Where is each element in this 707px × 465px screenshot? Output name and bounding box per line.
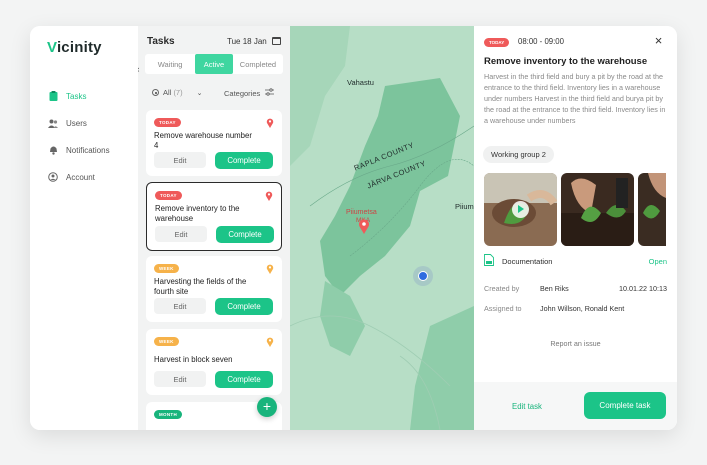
task-title: Harvest in block seven <box>154 355 233 364</box>
edit-button[interactable]: Edit <box>155 226 207 242</box>
sliders-icon <box>265 88 275 98</box>
radio-icon <box>152 89 159 96</box>
photo-thumbnail[interactable] <box>638 173 666 246</box>
priority-badge: WEEK <box>154 337 179 346</box>
assigned-to-row: Assigned to John Willson, Ronald Kent <box>484 304 625 313</box>
priority-badge: TODAY <box>484 38 510 47</box>
users-icon <box>48 118 58 128</box>
priority-badge: WEEK <box>154 264 179 273</box>
task-card[interactable]: WEEK Harvest in block seven Edit Complet… <box>146 329 282 395</box>
detail-footer: Edit task Complete task <box>474 382 677 430</box>
created-at-value: 10.01.22 10:13 <box>619 284 667 293</box>
complete-button[interactable]: Complete <box>215 152 273 169</box>
app-logo: Vicinity <box>47 39 102 56</box>
created-by-value: Ben Riks <box>540 284 569 293</box>
current-location-icon <box>413 266 433 286</box>
tasks-date: Tue 18 Jan <box>227 37 267 46</box>
location-pin-icon <box>266 118 274 128</box>
location-pin-icon <box>266 264 274 274</box>
working-group-chip[interactable]: Working group 2 <box>483 146 554 163</box>
tab-waiting[interactable]: Waiting <box>145 54 195 74</box>
task-detail-title: Remove inventory to the warehouse <box>484 56 648 67</box>
complete-button[interactable]: Complete <box>216 226 274 243</box>
created-by-row: Created by Ben Riks 10.01.22 10:13 <box>484 284 667 293</box>
sidebar-item-notifications[interactable]: Notifications <box>48 142 110 158</box>
report-issue-link[interactable]: Report an issue <box>474 339 677 348</box>
task-title: Remove inventory to the warehouse <box>155 204 240 223</box>
location-pin-icon <box>265 191 273 201</box>
task-title: Remove warehouse number 4 <box>154 131 252 150</box>
tasks-title: Tasks <box>147 36 175 47</box>
task-card[interactable]: TODAY Remove warehouse number 4 Edit Com… <box>146 110 282 176</box>
complete-button[interactable]: Complete <box>215 298 273 315</box>
task-card-selected[interactable]: TODAY Remove inventory to the warehouse … <box>146 182 282 251</box>
account-icon <box>48 172 58 182</box>
sidebar-item-account[interactable]: Account <box>48 169 95 185</box>
edit-task-button[interactable]: Edit task <box>512 402 542 411</box>
priority-badge: TODAY <box>155 191 182 200</box>
task-description: Harvest in the third field and bury a pi… <box>484 72 666 125</box>
clipboard-icon <box>48 91 58 101</box>
edit-button[interactable]: Edit <box>154 371 206 387</box>
open-documentation-link[interactable]: Open <box>649 257 667 266</box>
sidebar-item-users[interactable]: Users <box>48 115 87 131</box>
add-task-button[interactable]: + <box>257 397 277 417</box>
priority-badge: TODAY <box>154 118 181 127</box>
calendar-icon[interactable] <box>272 37 281 45</box>
complete-task-button[interactable]: Complete task <box>584 392 666 419</box>
categories-filter[interactable]: Categories <box>224 88 275 98</box>
photo-thumbnail[interactable] <box>561 173 634 246</box>
complete-button[interactable]: Complete <box>215 371 273 388</box>
map-view[interactable]: Vahastu RAPLA COUNTY JÄRVA COUNTY Piiume… <box>290 26 474 430</box>
documentation-label: Documentation <box>502 256 553 266</box>
chevron-down-icon: ⌄ <box>196 89 203 97</box>
map-label-piiumetsa: Piiumetsa <box>346 209 377 216</box>
map-label-vahastu: Vahastu <box>347 78 374 87</box>
app-window: Vicinity Tasks Users Notifications Accou… <box>30 26 677 430</box>
priority-badge: MONTH <box>154 410 182 419</box>
sidebar-item-tasks[interactable]: Tasks <box>48 88 86 104</box>
task-status-tabs: Waiting Active Completed <box>145 54 283 74</box>
tasks-panel: ‹ Tasks Tue 18 Jan Waiting Active Comple… <box>138 26 290 430</box>
document-icon <box>484 254 494 268</box>
task-detail-panel: TODAY 08:00 - 09:00 × Remove inventory t… <box>474 26 677 430</box>
tab-completed[interactable]: Completed <box>233 54 283 74</box>
play-icon[interactable] <box>512 201 529 218</box>
map-terrain <box>290 26 474 430</box>
tab-active[interactable]: Active <box>195 54 233 74</box>
documentation-row: Documentation Open <box>484 254 667 268</box>
task-location-marker-icon[interactable] <box>358 219 370 234</box>
map-label-piium: Piium <box>455 202 474 211</box>
assigned-to-value: John Willson, Ronald Kent <box>540 304 625 313</box>
edit-button[interactable]: Edit <box>154 298 206 314</box>
edit-button[interactable]: Edit <box>154 152 206 168</box>
task-title: Harvesting the fields of the fourth site <box>154 277 247 296</box>
sidebar: Vicinity Tasks Users Notifications Accou… <box>30 26 138 430</box>
filter-all-select[interactable]: All (7) ⌄ <box>152 88 202 97</box>
close-icon[interactable]: × <box>652 34 665 48</box>
task-time: 08:00 - 09:00 <box>518 37 564 46</box>
bell-icon <box>48 145 58 155</box>
location-pin-icon <box>266 337 274 347</box>
task-card[interactable]: WEEK Harvesting the fields of the fourth… <box>146 256 282 322</box>
photo-video-thumbnail[interactable] <box>484 173 557 246</box>
collapse-sidebar-button[interactable]: ‹ <box>138 64 144 76</box>
